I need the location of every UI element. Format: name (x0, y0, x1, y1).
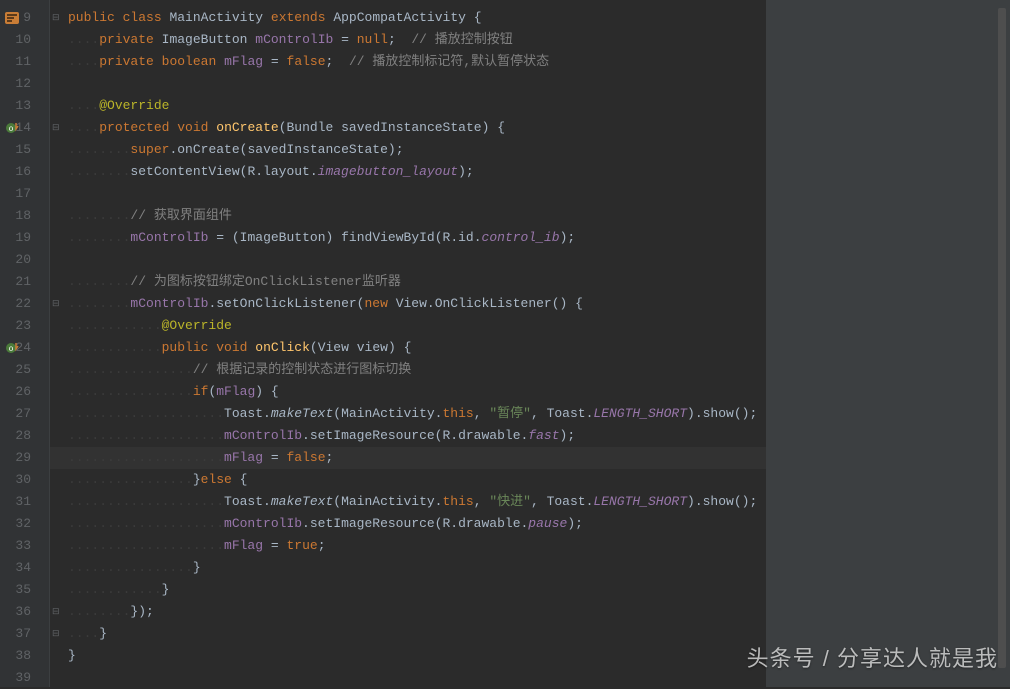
line-number[interactable]: 21 (0, 271, 49, 293)
line-number[interactable]: 20 (0, 249, 49, 271)
line-number[interactable]: 32 (0, 513, 49, 535)
line-number[interactable]: 10 (0, 29, 49, 51)
code-editor: 91011121314o15161718192021222324o2526272… (0, 0, 1010, 687)
line-number[interactable]: 30 (0, 469, 49, 491)
fold-handle-icon[interactable]: ⊟ (52, 293, 60, 315)
line-number[interactable]: 36 (0, 601, 49, 623)
line-number[interactable]: 33 (0, 535, 49, 557)
line-number[interactable]: 17 (0, 183, 49, 205)
override-icon[interactable]: o (4, 120, 20, 136)
line-number[interactable]: 23 (0, 315, 49, 337)
line-number[interactable]: 38 (0, 645, 49, 667)
line-number[interactable]: 16 (0, 161, 49, 183)
line-number[interactable]: 22 (0, 293, 49, 315)
minimap-scroll[interactable] (998, 8, 1006, 668)
line-number[interactable]: 29 (0, 447, 49, 469)
line-number[interactable]: 19 (0, 227, 49, 249)
line-number[interactable]: 34 (0, 557, 49, 579)
line-number[interactable]: 13 (0, 95, 49, 117)
fold-handle-icon[interactable]: ⊟ (52, 623, 60, 645)
line-number[interactable]: 27 (0, 403, 49, 425)
fold-handle-icon[interactable]: ⊟ (52, 117, 60, 139)
gutter[interactable]: 91011121314o15161718192021222324o2526272… (0, 0, 50, 687)
line-number[interactable]: 15 (0, 139, 49, 161)
svg-text:o: o (9, 125, 14, 134)
override-icon[interactable]: o (4, 340, 20, 356)
line-number[interactable]: 39 (0, 667, 49, 689)
line-number[interactable]: 12 (0, 73, 49, 95)
fold-handle-icon[interactable]: ⊟ (52, 7, 60, 29)
line-number[interactable]: 11 (0, 51, 49, 73)
right-sidebar (766, 0, 1010, 687)
line-number[interactable]: 14o (0, 117, 49, 139)
line-number[interactable]: 35 (0, 579, 49, 601)
class-icon[interactable] (4, 10, 20, 26)
line-number[interactable]: 31 (0, 491, 49, 513)
line-number[interactable]: 18 (0, 205, 49, 227)
line-number[interactable]: 37 (0, 623, 49, 645)
line-number[interactable]: 25 (0, 359, 49, 381)
watermark-text: 头条号 / 分享达人就是我 (747, 641, 998, 673)
line-number[interactable]: 9 (0, 7, 49, 29)
line-number[interactable]: 24o (0, 337, 49, 359)
svg-text:o: o (9, 345, 14, 354)
line-number[interactable]: 28 (0, 425, 49, 447)
line-number[interactable]: 26 (0, 381, 49, 403)
fold-handle-icon[interactable]: ⊟ (52, 601, 60, 623)
